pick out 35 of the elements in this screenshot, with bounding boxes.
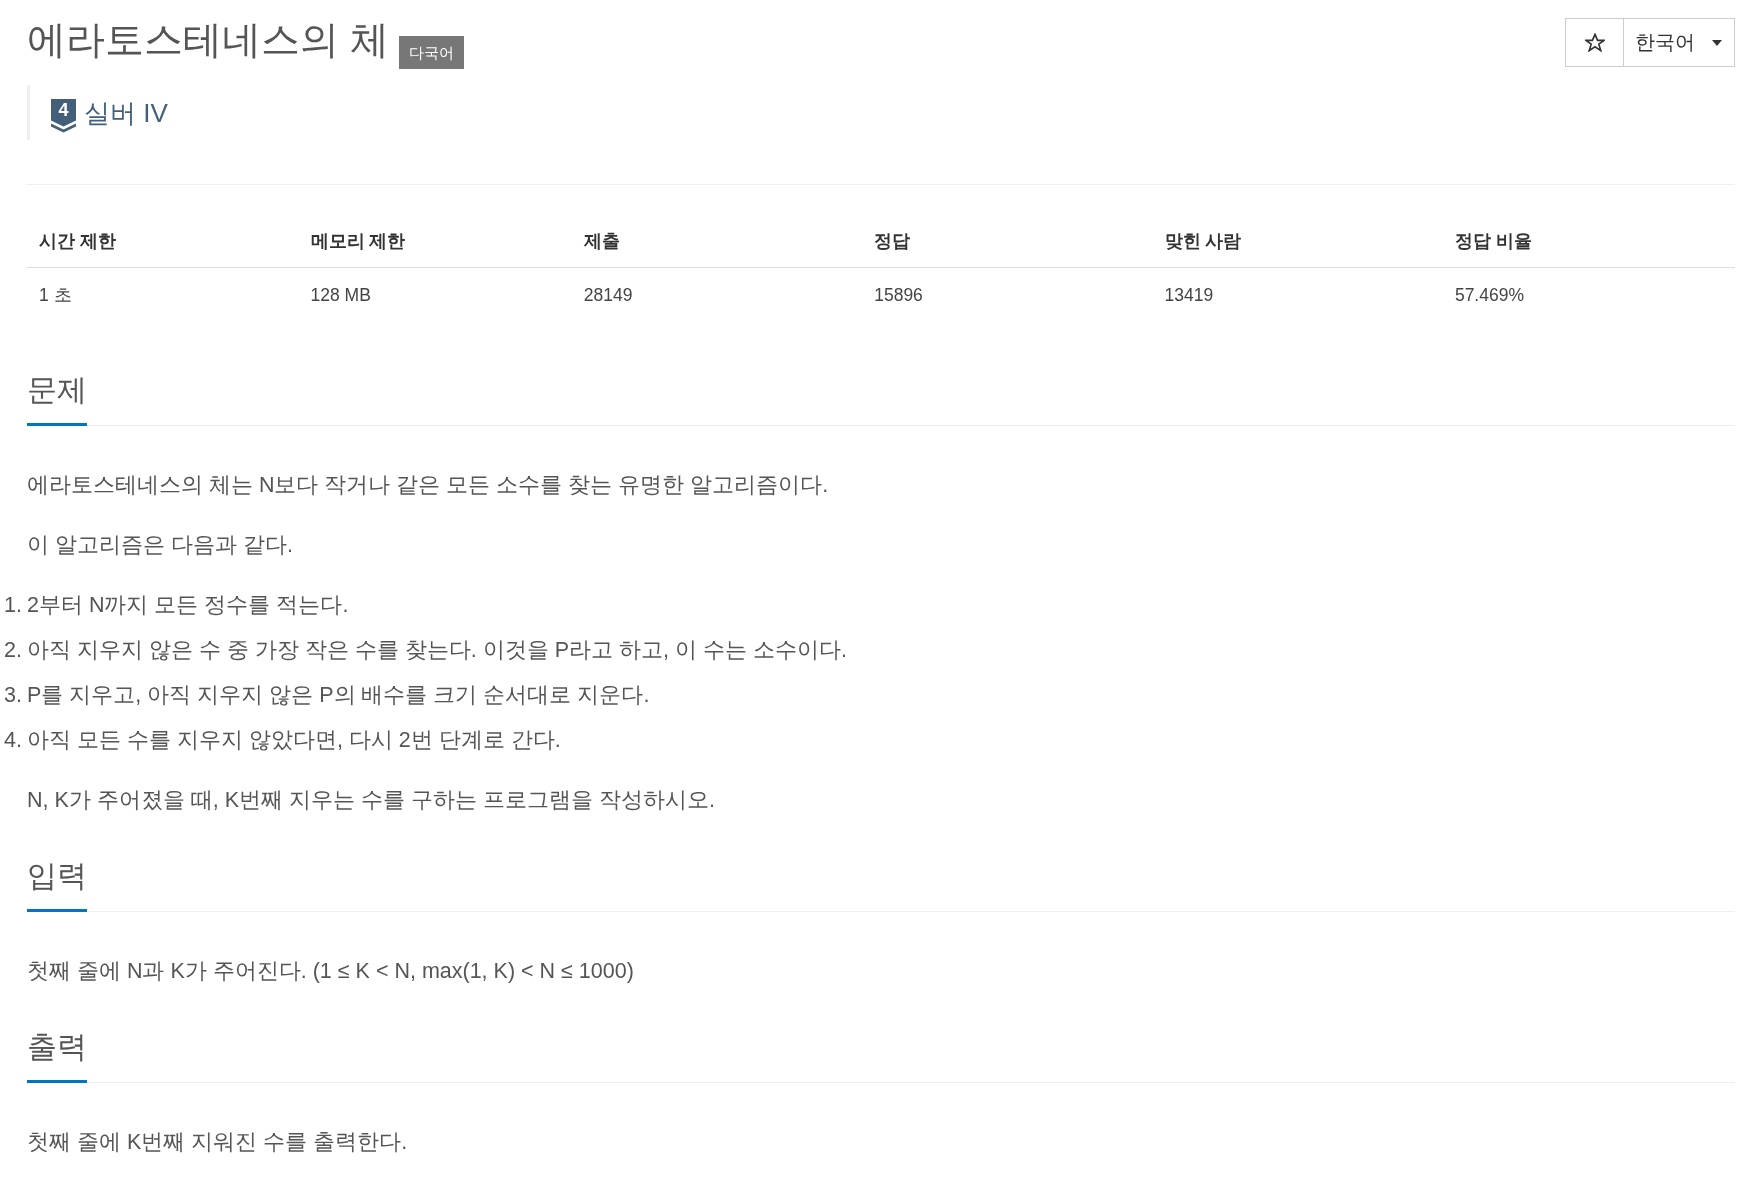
list-item-text: 아직 지우지 않은 수 중 가장 작은 수를 찾는다. 이것을 P라고 하고, 이 수는 소수이다. xyxy=(27,637,847,664)
tier-badge: 4 xyxy=(51,98,76,133)
section-heading: 문제 xyxy=(27,372,87,426)
column-header: 제출 xyxy=(571,216,863,268)
list-number: 4. xyxy=(3,727,22,754)
table-cell: 128 MB xyxy=(298,267,572,320)
paragraph: 첫째 줄에 N과 K가 주어진다. (1 ≤ K < N, max(1, K) < N ≤ 1000) xyxy=(27,958,635,985)
caret-icon xyxy=(1712,39,1722,46)
table-cell: 28149 xyxy=(571,267,863,320)
favorite-button[interactable] xyxy=(1565,18,1624,67)
list-item-text: P를 지우고, 아직 지우지 않은 P의 배수를 크기 순서대로 지운다. xyxy=(27,682,650,709)
list-number: 2. xyxy=(3,637,22,664)
paragraph: 에라토스테네스의 체는 N보다 작거나 같은 모든 소수를 찾는 유명한 알고리즘이다. xyxy=(27,472,830,499)
list-item-text: 2부터 N까지 모든 정수를 적는다. xyxy=(27,592,349,619)
list-number: 3. xyxy=(3,682,22,709)
column-header: 정답 xyxy=(862,216,1153,268)
paragraph: N, K가 주어졌을 때, K번째 지우는 수를 구하는 프로그램을 작성하시오. xyxy=(27,787,716,814)
column-header: 맞힌 사람 xyxy=(1152,216,1443,268)
problem-title: 에라토스테네스의 체 xyxy=(27,17,389,63)
table-cell: 57.469% xyxy=(1442,267,1735,320)
paragraph: 이 알고리즘은 다음과 같다. xyxy=(27,532,294,559)
language-dropdown[interactable]: 한국어 xyxy=(1624,18,1735,67)
table-cell: 1 초 xyxy=(27,267,299,320)
paragraph: 첫째 줄에 K번째 지워진 수를 출력한다. xyxy=(27,1129,409,1156)
column-header: 정답 비율 xyxy=(1442,216,1735,268)
table-cell: 15896 xyxy=(862,267,1153,320)
tier-label: 실버 IV xyxy=(84,96,168,129)
column-header: 메모리 제한 xyxy=(298,216,572,268)
list-item-text: 아직 모든 수를 지우지 않았다면, 다시 2번 단계로 간다. xyxy=(27,727,561,754)
section-heading: 입력 xyxy=(27,858,87,912)
section-heading: 출력 xyxy=(27,1029,87,1083)
language-tag: 다국어 xyxy=(398,36,464,69)
table-cell: 13419 xyxy=(1152,267,1443,320)
column-header: 시간 제한 xyxy=(27,216,299,268)
list-number: 1. xyxy=(3,592,22,619)
